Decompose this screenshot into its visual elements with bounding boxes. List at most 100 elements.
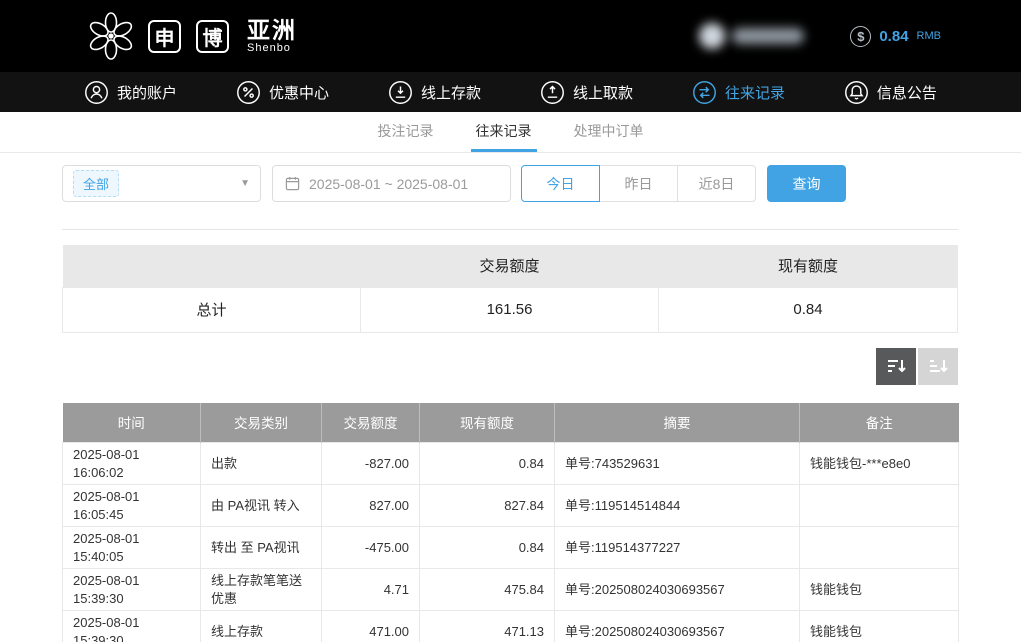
logo-region: 亚洲 [247,18,297,42]
col-header-type: 交易类别 [201,403,322,443]
summary-total-balance: 0.84 [659,287,958,332]
table-row: 2025-08-01 16:06:02出款-827.000.84单号:74352… [63,443,959,485]
nav-item-records[interactable]: 往来记录 [692,80,785,105]
cell-remark [800,485,959,527]
date-range-input[interactable]: 2025-08-01 ~ 2025-08-01 [272,165,511,202]
divider [62,229,958,230]
cell-type: 线上存款笔笔送优惠 [201,569,322,611]
query-button[interactable]: 查询 [767,165,846,202]
cell-summary: 单号:202508024030693567 [555,611,800,642]
nav-item-label: 我的账户 [117,82,177,103]
record-subtabs: 投注记录往来记录处理中订单 [0,112,1021,153]
quick-date-2[interactable]: 近8日 [677,165,756,202]
username-blur [732,28,804,44]
username-redacted[interactable] [699,23,804,49]
type-selected-tag: 全部 [73,170,119,197]
table-row: 2025-08-01 16:05:45由 PA视讯 转入827.00827.84… [63,485,959,527]
cell-balance: 0.84 [420,443,555,485]
cell-remark [800,527,959,569]
records-body: 2025-08-01 16:06:02出款-827.000.84单号:74352… [63,443,959,642]
cell-balance: 475.84 [420,569,555,611]
type-select[interactable]: 全部 ▼ [62,165,261,202]
cell-balance: 0.84 [420,527,555,569]
logo-char-1: 申 [148,20,181,53]
cell-amount: 4.71 [322,569,420,611]
cell-time: 2025-08-01 15:39:30 [63,611,201,642]
records-icon [692,80,717,105]
col-header-summary: 摘要 [555,403,800,443]
brand-logo[interactable]: 申 博 亚洲 Shenbo [84,9,297,63]
table-row: 2025-08-01 15:40:05转出 至 PA视讯-475.000.84单… [63,527,959,569]
main-nav: 我的账户 优惠中心 线上存款 线上取款 往来记录 信息公告 [0,72,1021,112]
records-header-row: 时间交易类别交易额度现有额度摘要备注 [63,403,959,443]
sort-descending-button[interactable] [876,348,916,385]
cell-time: 2025-08-01 16:06:02 [63,443,201,485]
nav-item-withdraw[interactable]: 线上取款 [540,80,633,105]
col-header-remark: 备注 [800,403,959,443]
calendar-icon [285,176,300,191]
cell-type: 出款 [201,443,322,485]
filter-bar: 全部 ▼ 2025-08-01 ~ 2025-08-01 今日昨日近8日 查询 [62,165,958,202]
nav-item-label: 信息公告 [877,82,937,103]
cell-summary: 单号:743529631 [555,443,800,485]
cell-amount: 471.00 [322,611,420,642]
balance-amount: 0.84 [879,28,908,45]
page-content: 全部 ▼ 2025-08-01 ~ 2025-08-01 今日昨日近8日 查询 … [0,165,1021,642]
flower-icon [84,9,138,63]
cell-summary: 单号:119514514844 [555,485,800,527]
cell-time: 2025-08-01 16:05:45 [63,485,201,527]
sort-asc-icon [928,356,948,376]
records-table: 时间交易类别交易额度现有额度摘要备注 2025-08-01 16:06:02出款… [62,403,959,642]
user-icon [84,80,109,105]
cell-type: 由 PA视讯 转入 [201,485,322,527]
cell-remark: 钱能钱包 [800,611,959,642]
summary-total-amount: 161.56 [361,287,659,332]
quick-date-0[interactable]: 今日 [521,165,600,202]
cell-time: 2025-08-01 15:39:30 [63,569,201,611]
sort-controls [62,348,958,385]
balance-currency: RMB [917,30,941,42]
cell-amount: -827.00 [322,443,420,485]
col-header-amount: 交易额度 [322,403,420,443]
table-row: 2025-08-01 15:39:30线上存款笔笔送优惠4.71475.84单号… [63,569,959,611]
sort-desc-icon [886,356,906,376]
quick-date-group: 今日昨日近8日 [521,165,756,202]
summary-header-balance: 现有额度 [659,245,958,287]
subtab-0[interactable]: 投注记录 [373,112,439,152]
cell-remark: 钱能钱包-***e8e0 [800,443,959,485]
nav-item-bell[interactable]: 信息公告 [844,80,937,105]
cell-remark: 钱能钱包 [800,569,959,611]
cell-type: 线上存款 [201,611,322,642]
quick-date-1[interactable]: 昨日 [599,165,678,202]
col-header-time: 时间 [63,403,201,443]
summary-header-empty [63,245,361,287]
avatar [699,23,725,49]
summary-total-row: 总计 161.56 0.84 [63,287,958,332]
nav-item-label: 线上存款 [421,82,481,103]
bell-icon [844,80,869,105]
dollar-icon: $ [850,26,871,47]
cell-summary: 单号:119514377227 [555,527,800,569]
chevron-down-icon: ▼ [240,178,250,189]
subtab-2[interactable]: 处理中订单 [569,112,649,152]
cell-type: 转出 至 PA视讯 [201,527,322,569]
subtab-1[interactable]: 往来记录 [471,112,537,152]
nav-item-deposit[interactable]: 线上存款 [388,80,481,105]
cell-summary: 单号:202508024030693567 [555,569,800,611]
logo-subtitle: Shenbo [247,42,291,54]
summary-header-row: 交易额度 现有额度 [63,245,958,287]
logo-char-2: 博 [196,20,229,53]
nav-item-user[interactable]: 我的账户 [84,80,177,105]
top-header: 申 博 亚洲 Shenbo $ 0.84 RMB [0,0,1021,72]
withdraw-icon [540,80,565,105]
summary-table: 交易额度 现有额度 总计 161.56 0.84 [62,245,958,333]
nav-item-promo[interactable]: 优惠中心 [236,80,329,105]
balance-display[interactable]: $ 0.84 RMB [850,26,941,47]
summary-header-amount: 交易额度 [361,245,659,287]
cell-time: 2025-08-01 15:40:05 [63,527,201,569]
table-row: 2025-08-01 15:39:30线上存款471.00471.13单号:20… [63,611,959,642]
sort-ascending-button[interactable] [918,348,958,385]
col-header-balance: 现有额度 [420,403,555,443]
promo-icon [236,80,261,105]
nav-item-label: 线上取款 [573,82,633,103]
